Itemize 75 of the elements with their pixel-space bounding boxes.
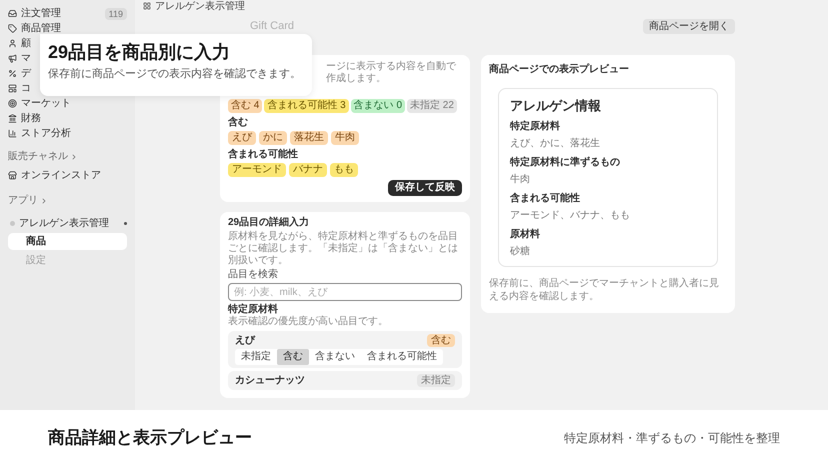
allergen-tag: 牛肉 [331, 131, 359, 145]
caption-subtitle: 特定原材料・準ずるもの・可能性を整理 [564, 430, 780, 447]
page-title: Gift Card [250, 18, 294, 34]
group-heading: 含まれる可能性 [228, 149, 299, 161]
card-description: 原材料を見ながら、特定原材料と準ずるものを品目ごとに確認します。「未指定」は「含まない」とは別扱いです。 [228, 231, 459, 267]
allergen-tag: 落花生 [290, 131, 328, 145]
allergen-tag: アーモンド [228, 163, 286, 177]
sidebar-item[interactable]: 財務 [21, 111, 41, 126]
section-note: 表示確認の優先度が高い品目です。 [228, 316, 389, 328]
preview-value: アーモンド、バナナ、もも [510, 209, 631, 222]
sidebar-item[interactable]: ストア分析 [21, 126, 71, 141]
count-badge: 含まない 0 [350, 99, 406, 113]
preview-label: 含まれる可能性 [510, 192, 581, 205]
preview-note: 保存前に、商品ページでマーチャントと購入者に見える内容を確認します。 [489, 277, 720, 303]
status-option[interactable]: 含む [277, 349, 309, 365]
sidebar-item[interactable]: 顧 [21, 36, 31, 51]
bar-chart-icon [8, 129, 17, 138]
chevron-icon [40, 196, 48, 204]
count-badge: 含まれる可能性 3 [264, 99, 349, 113]
count-badge: 含む 4 [228, 99, 262, 113]
preview-value: 砂糖 [510, 245, 531, 258]
sidebar-item[interactable]: アレルゲン表示管理 [19, 216, 109, 231]
section-title: 特定原材料 [228, 304, 279, 316]
allergen-tag: もも [330, 163, 358, 177]
preview-value: えび、かに、落花生 [510, 137, 601, 150]
callout-title: 29品目を商品別に入力 [48, 41, 232, 64]
save-button[interactable]: 保存して反映 [388, 180, 462, 196]
grid-icon [143, 2, 151, 10]
bank-icon [8, 114, 17, 123]
group-heading: 含む [228, 117, 249, 129]
open-page-button[interactable]: 商品ページを開く [643, 18, 735, 34]
preview-label: 原材料 [510, 228, 541, 241]
sidebar-item[interactable]: 商品管理 [21, 21, 61, 36]
sidebar-item[interactable]: コ [21, 81, 31, 96]
section-heading: アプリ [8, 194, 38, 208]
megaphone-icon [8, 54, 17, 63]
count-badge: 未指定 22 [407, 99, 457, 113]
preview-value: 牛肉 [510, 173, 531, 186]
store-icon [8, 171, 17, 180]
sidebar-item[interactable]: デ [21, 66, 31, 81]
allergen-name: えび [235, 334, 255, 346]
search-field[interactable]: 例: 小麦、milk、えび [228, 283, 462, 301]
status-badge: 未指定 [417, 374, 455, 387]
inbox-icon [8, 9, 17, 18]
card-title: 商品ページでの表示プレビュー [489, 63, 630, 76]
callout-subtitle: 保存前に商品ページでの表示内容を確認できます。 [48, 66, 302, 82]
allergen-tag: バナナ [289, 163, 327, 177]
count-badge: 119 [104, 8, 127, 20]
sidebar-item[interactable]: 注文管理 [21, 6, 61, 21]
status-option[interactable]: 含まれる可能性 [361, 349, 443, 365]
sidebar-subitem[interactable]: 商品 [8, 233, 127, 250]
tag-icon [8, 24, 17, 33]
target-icon [8, 99, 17, 108]
card-description: ージに表示する内容を自動で作成します。 [326, 61, 457, 85]
sidebar-item[interactable]: マーケット [21, 96, 71, 111]
layout-icon [8, 84, 17, 93]
sidebar-item[interactable]: マ [21, 51, 31, 66]
percent-icon [8, 69, 17, 78]
status-badge: 含む [427, 334, 455, 347]
card-title: 29品目の詳細入力 [228, 217, 310, 229]
preview-label: 特定原材料に準ずるもの [510, 156, 621, 169]
preview-heading: アレルゲン情報 [510, 97, 602, 114]
caption-title: 商品詳細と表示プレビュー [48, 427, 252, 450]
allergen-name: カシューナッツ [235, 374, 305, 386]
person-icon [8, 39, 17, 48]
breadcrumb[interactable]: アレルゲン表示管理 [155, 0, 245, 14]
preview-label: 特定原材料 [510, 120, 561, 133]
field-label: 品目を検索 [228, 269, 279, 281]
status-option[interactable]: 未指定 [235, 349, 277, 365]
chevron-icon [70, 152, 78, 160]
allergen-tag: えび [228, 131, 256, 145]
status-option[interactable]: 含まない [309, 349, 361, 365]
sidebar-item[interactable]: オンラインストア [21, 168, 101, 183]
allergen-tag: かに [259, 131, 287, 145]
section-heading: 販売チャネル [8, 150, 68, 164]
